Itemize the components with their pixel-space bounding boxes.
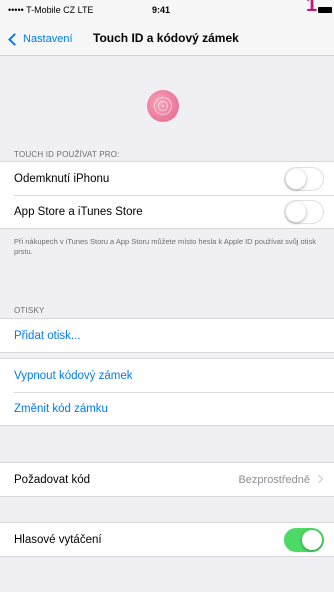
- toggle-knob: [286, 202, 306, 222]
- corner-mark: 1: [306, 0, 318, 16]
- add-fingerprint-link[interactable]: Přidat otisk...: [14, 330, 80, 342]
- row-label: Hlasové vytáčení: [14, 533, 102, 546]
- unlock-iphone-toggle[interactable]: [284, 167, 324, 191]
- fingerprint-area: [0, 56, 334, 144]
- fingerprints-group: Přidat otisk...: [0, 318, 334, 353]
- toggle-knob: [302, 530, 322, 550]
- row-label: App Store a iTunes Store: [14, 205, 143, 218]
- fingerprint-icon: [147, 90, 179, 122]
- change-passcode-row[interactable]: Změnit kód zámku: [0, 392, 334, 425]
- status-bar: ••••• T-Mobile CZ LTE 9:41: [0, 0, 334, 22]
- change-passcode-link[interactable]: Změnit kód zámku: [14, 403, 108, 415]
- status-time: 9:41: [152, 5, 171, 15]
- row-label: Odemknutí iPhonu: [14, 172, 110, 185]
- passcode-group: Vypnout kódový zámek Změnit kód zámku: [0, 358, 334, 426]
- nav-bar: Nastavení Touch ID a kódový zámek: [0, 22, 334, 56]
- battery-icon: [318, 7, 332, 13]
- require-passcode-value: Bezprostředně: [238, 473, 310, 486]
- require-passcode-row[interactable]: Požadovat kód Bezprostředně: [0, 463, 334, 496]
- status-carrier: ••••• T-Mobile CZ LTE: [8, 5, 94, 15]
- touch-id-group: Odemknutí iPhonu App Store a iTunes Stor…: [0, 161, 334, 229]
- screen: ••••• T-Mobile CZ LTE 9:41 1 Nastavení T…: [0, 0, 334, 592]
- turn-off-passcode-link[interactable]: Vypnout kódový zámek: [14, 370, 132, 382]
- voice-dial-row: Hlasové vytáčení: [0, 523, 334, 556]
- row-unlock-iphone: Odemknutí iPhonu: [0, 162, 334, 195]
- voice-dial-toggle[interactable]: [284, 528, 324, 552]
- voice-dial-group: Hlasové vytáčení: [0, 522, 334, 557]
- chevron-left-icon: [8, 32, 21, 46]
- toggle-knob: [286, 169, 306, 189]
- section-header-touch-id: TOUCH ID POUŽÍVAT PRO:: [14, 150, 120, 159]
- section-header-fingerprints: OTISKY: [14, 306, 45, 315]
- row-label: Požadovat kód: [14, 473, 91, 486]
- turn-off-passcode-row[interactable]: Vypnout kódový zámek: [0, 359, 334, 392]
- back-label: Nastavení: [23, 33, 73, 45]
- row-app-store: App Store a iTunes Store: [0, 195, 334, 228]
- app-store-toggle[interactable]: [284, 200, 324, 224]
- back-button[interactable]: Nastavení: [6, 30, 73, 48]
- chevron-right-icon: [314, 474, 324, 484]
- touch-id-footnote: Při nákupech v iTunes Storu a App Storu …: [14, 237, 316, 256]
- require-passcode-group: Požadovat kód Bezprostředně: [0, 462, 334, 497]
- page-title: Touch ID a kódový zámek: [93, 31, 239, 45]
- add-fingerprint-row[interactable]: Přidat otisk...: [0, 319, 334, 352]
